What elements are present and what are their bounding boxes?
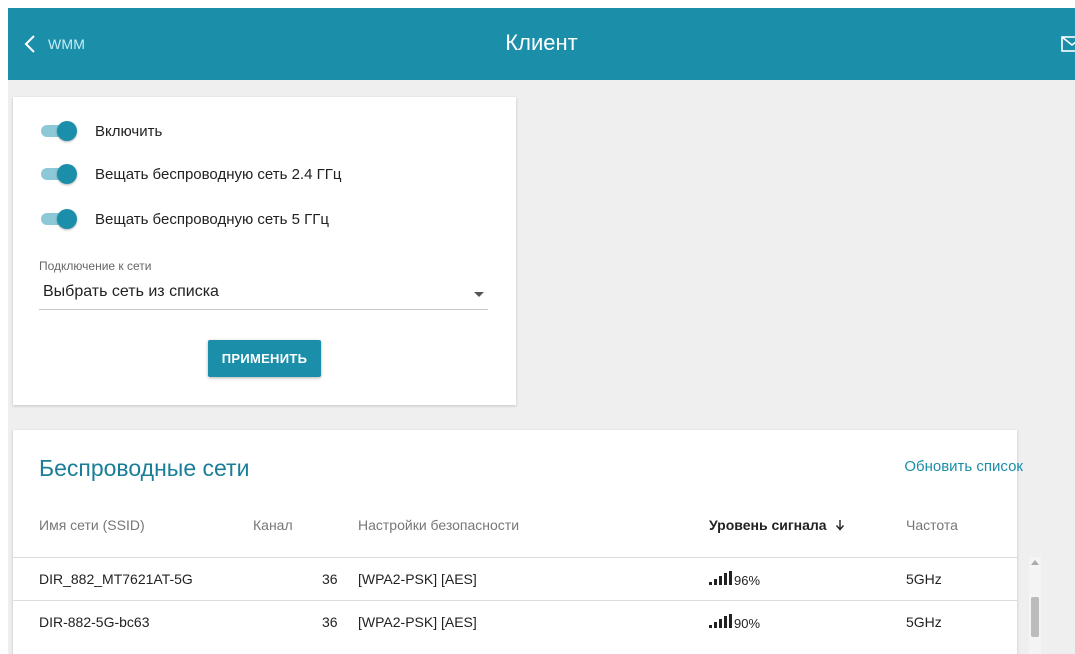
column-header-ssid[interactable]: Имя сети (SSID) bbox=[39, 517, 145, 533]
refresh-list-link[interactable]: Обновить список bbox=[904, 458, 1023, 475]
table-row[interactable]: DIR-882-5G-bc63 36 [WPA2-PSK] [AES] 90% … bbox=[13, 601, 1017, 643]
security-cell: [WPA2-PSK] [AES] bbox=[358, 614, 477, 630]
ssid-cell: DIR-882-5G-bc63 bbox=[39, 614, 150, 630]
toggle-label: Вещать беспроводную сеть 5 ГГц bbox=[95, 210, 329, 228]
broadcast-24-switch[interactable] bbox=[39, 164, 79, 184]
table-scrollbar[interactable] bbox=[1029, 557, 1041, 654]
table-row[interactable]: DIR_882_MT7621AT-5G 36 [WPA2-PSK] [AES] … bbox=[13, 558, 1017, 600]
network-select[interactable]: Выбрать сеть из списка bbox=[39, 279, 488, 310]
caret-down-icon bbox=[474, 292, 484, 297]
scroll-up-arrow-icon[interactable] bbox=[1031, 560, 1039, 565]
column-header-signal[interactable]: Уровень сигнала bbox=[709, 517, 845, 533]
client-settings-card: Включить Вещать беспроводную сеть 2.4 ГГ… bbox=[13, 97, 516, 405]
column-header-channel[interactable]: Канал bbox=[253, 517, 293, 533]
switch-knob bbox=[57, 209, 77, 229]
signal-cell: 90% bbox=[709, 614, 761, 631]
column-header-security[interactable]: Настройки безопасности bbox=[358, 517, 519, 533]
frequency-cell: 5GHz bbox=[906, 571, 942, 587]
toggle-enable[interactable]: Включить bbox=[39, 121, 162, 141]
mail-icon[interactable] bbox=[1061, 36, 1075, 52]
security-cell: [WPA2-PSK] [AES] bbox=[358, 571, 477, 587]
signal-bars-icon bbox=[709, 614, 732, 628]
signal-bars-icon bbox=[709, 571, 732, 585]
column-header-signal-label: Уровень сигнала bbox=[709, 517, 827, 533]
switch-knob bbox=[57, 164, 77, 184]
frequency-cell: 5GHz bbox=[906, 614, 942, 630]
scroll-thumb[interactable] bbox=[1031, 597, 1039, 637]
enable-switch[interactable] bbox=[39, 121, 79, 141]
top-bar: WMM Клиент bbox=[8, 8, 1075, 80]
column-header-frequency[interactable]: Частота bbox=[906, 517, 958, 533]
switch-knob bbox=[57, 121, 77, 141]
ssid-cell: DIR_882_MT7621AT-5G bbox=[39, 571, 193, 587]
signal-value: 96% bbox=[734, 573, 761, 588]
arrow-down-icon bbox=[835, 520, 844, 531]
toggle-broadcast-24[interactable]: Вещать беспроводную сеть 2.4 ГГц bbox=[39, 164, 341, 184]
broadcast-5-switch[interactable] bbox=[39, 209, 79, 229]
app-window: WMM Клиент Включить Вещать беспроводную … bbox=[8, 8, 1075, 654]
channel-cell: 36 bbox=[322, 571, 338, 587]
channel-cell: 36 bbox=[322, 614, 338, 630]
toggle-broadcast-5[interactable]: Вещать беспроводную сеть 5 ГГц bbox=[39, 209, 329, 229]
signal-cell: 96% bbox=[709, 571, 761, 588]
network-field-label: Подключение к сети bbox=[39, 259, 152, 273]
section-title: Беспроводные сети bbox=[39, 455, 250, 481]
signal-value: 90% bbox=[734, 616, 761, 631]
apply-button[interactable]: ПРИМЕНИТЬ bbox=[208, 340, 321, 377]
toggle-label: Включить bbox=[95, 122, 163, 140]
toggle-label: Вещать беспроводную сеть 2.4 ГГц bbox=[95, 165, 342, 183]
wireless-networks-card: Беспроводные сети Обновить список Имя се… bbox=[13, 430, 1023, 654]
network-select-value: Выбрать сеть из списка bbox=[43, 283, 219, 300]
page-title: Клиент bbox=[505, 30, 578, 55]
